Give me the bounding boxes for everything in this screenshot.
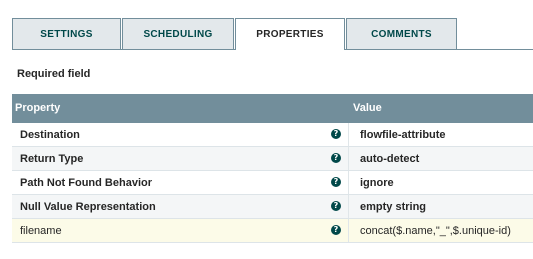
question-circle-icon[interactable]: ? <box>331 177 341 187</box>
tab-settings[interactable]: SETTINGS <box>12 18 121 49</box>
tab-properties[interactable]: PROPERTIES <box>235 18 345 50</box>
column-divider <box>348 219 349 242</box>
property-name: Return Type <box>20 153 84 165</box>
question-circle-icon[interactable]: ? <box>331 225 341 235</box>
property-value[interactable]: auto-detect <box>360 153 419 165</box>
table-row[interactable]: Return Type ? auto-detect <box>12 147 533 171</box>
column-divider <box>348 147 349 170</box>
column-divider <box>348 195 349 218</box>
table-row[interactable]: filename ? concat($.name,"_",$.unique-id… <box>12 219 533 243</box>
header-property[interactable]: Property <box>15 102 60 114</box>
table-row[interactable]: Null Value Representation ? empty string <box>12 195 533 219</box>
question-circle-icon[interactable]: ? <box>331 153 341 163</box>
property-value[interactable]: concat($.name,"_",$.unique-id) <box>360 225 511 237</box>
property-value[interactable]: ignore <box>360 177 394 189</box>
property-name: Path Not Found Behavior <box>20 177 152 189</box>
column-divider <box>348 123 349 146</box>
table-row[interactable]: Path Not Found Behavior ? ignore <box>12 171 533 195</box>
tab-comments[interactable]: COMMENTS <box>346 18 457 49</box>
table-header: Property Value <box>12 94 533 123</box>
table-row[interactable]: Destination ? flowfile-attribute <box>12 123 533 147</box>
required-field-label: Required field <box>17 68 91 80</box>
tab-scheduling[interactable]: SCHEDULING <box>122 18 234 49</box>
property-name: Null Value Representation <box>20 201 156 213</box>
question-circle-icon[interactable]: ? <box>331 201 341 211</box>
property-value[interactable]: empty string <box>360 201 426 213</box>
processor-tabs: SETTINGS SCHEDULING PROPERTIES COMMENTS <box>12 18 533 50</box>
column-divider <box>348 171 349 194</box>
header-value[interactable]: Value <box>353 102 382 114</box>
property-value[interactable]: flowfile-attribute <box>360 129 446 141</box>
property-name: filename <box>20 225 62 237</box>
question-circle-icon[interactable]: ? <box>331 129 341 139</box>
property-name: Destination <box>20 129 80 141</box>
properties-table: Property Value Destination ? flowfile-at… <box>12 94 533 243</box>
